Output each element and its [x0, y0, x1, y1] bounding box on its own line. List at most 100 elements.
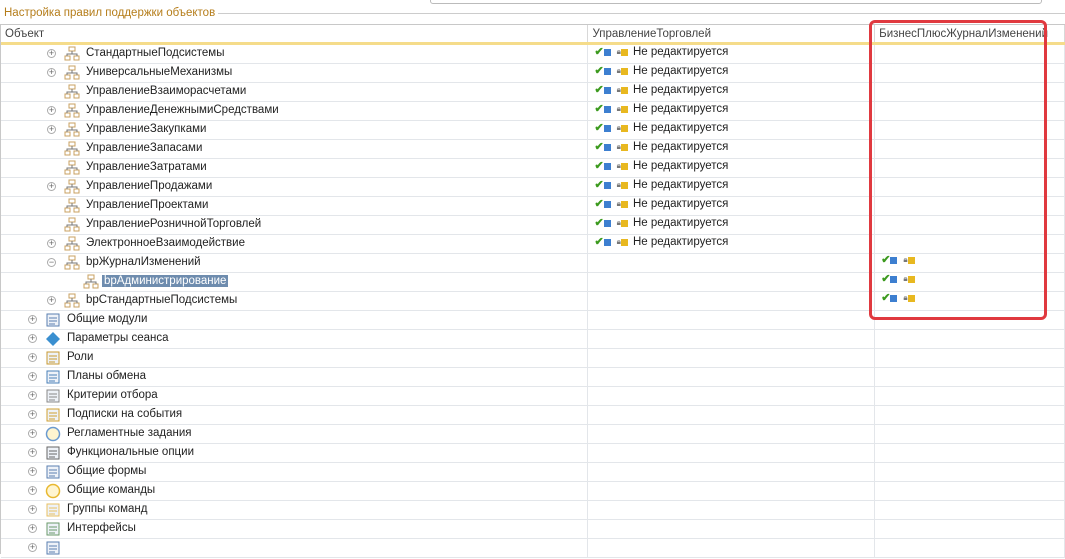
expand-icon[interactable]: + — [28, 505, 37, 514]
expand-icon[interactable]: + — [28, 524, 37, 533]
column-header-upravlenie-torgovley[interactable]: УправлениеТорговлей — [588, 25, 876, 42]
object-cell[interactable]: + УправлениеДенежнымиСредствами — [1, 102, 589, 120]
object-cell[interactable]: + Общие команды — [1, 482, 589, 500]
upravlenie-torgovley-cell[interactable]: ✔ 🔒︎ Не редактируется — [588, 102, 876, 120]
object-cell[interactable]: + Роли — [1, 349, 589, 367]
expand-icon[interactable]: + — [28, 334, 37, 343]
expand-icon[interactable]: + — [47, 296, 56, 305]
support-rule-indicator[interactable]: ✔ 🔒︎ Не редактируется — [594, 65, 728, 77]
expand-icon[interactable]: + — [47, 68, 56, 77]
object-cell[interactable]: + Планы обмена — [1, 368, 589, 386]
expand-icon[interactable]: + — [28, 391, 37, 400]
upravlenie-torgovley-cell[interactable]: ✔ 🔒︎ Не редактируется — [588, 159, 876, 177]
table-row[interactable]: + — [1, 539, 1065, 558]
expand-icon[interactable]: + — [28, 486, 37, 495]
collapse-icon[interactable]: − — [47, 258, 56, 267]
object-cell[interactable]: + Группы команд — [1, 501, 589, 519]
upravlenie-torgovley-cell[interactable] — [588, 539, 876, 557]
upravlenie-torgovley-cell[interactable]: ✔ 🔒︎ Не редактируется — [588, 178, 876, 196]
support-rule-indicator[interactable]: ✔ 🔒︎ Не редактируется — [594, 103, 728, 115]
object-cell[interactable]: УправлениеВзаиморасчетами — [1, 83, 589, 101]
upravlenie-torgovley-cell[interactable] — [588, 330, 876, 348]
upravlenie-torgovley-cell[interactable]: ✔ 🔒︎ Не редактируется — [588, 216, 876, 234]
support-rule-indicator[interactable]: ✔ 🔒︎ Не редактируется — [594, 84, 728, 96]
upravlenie-torgovley-cell[interactable] — [588, 387, 876, 405]
expand-icon[interactable]: + — [47, 239, 56, 248]
table-row[interactable]: + Общие команды — [1, 482, 1065, 501]
table-row[interactable]: + Функциональные опции — [1, 444, 1065, 463]
object-cell[interactable]: + Критерии отбора — [1, 387, 589, 405]
object-cell[interactable]: + Функциональные опции — [1, 444, 589, 462]
expand-icon[interactable]: + — [28, 429, 37, 438]
support-rule-indicator[interactable]: ✔ 🔒︎ Не редактируется — [594, 179, 728, 191]
upravlenie-torgovley-cell[interactable] — [588, 444, 876, 462]
expand-icon[interactable]: + — [47, 182, 56, 191]
biznes-plus-cell[interactable] — [875, 330, 1065, 348]
object-cell[interactable]: УправлениеПроектами — [1, 197, 589, 215]
object-cell[interactable]: + Общие формы — [1, 463, 589, 481]
object-cell[interactable]: + Регламентные задания — [1, 425, 589, 443]
upravlenie-torgovley-cell[interactable]: ✔ 🔒︎ Не редактируется — [588, 64, 876, 82]
top-input[interactable] — [430, 0, 1042, 4]
support-rule-indicator[interactable]: ✔ 🔒︎ Не редактируется — [594, 236, 728, 248]
biznes-plus-cell[interactable] — [875, 482, 1065, 500]
upravlenie-torgovley-cell[interactable]: ✔ 🔒︎ Не редактируется — [588, 121, 876, 139]
upravlenie-torgovley-cell[interactable] — [588, 425, 876, 443]
table-row[interactable]: + Регламентные задания — [1, 425, 1065, 444]
upravlenie-torgovley-cell[interactable] — [588, 482, 876, 500]
upravlenie-torgovley-cell[interactable]: ✔ 🔒︎ Не редактируется — [588, 235, 876, 253]
support-rule-indicator[interactable]: ✔ 🔒︎ Не редактируется — [594, 198, 728, 210]
upravlenie-torgovley-cell[interactable] — [588, 520, 876, 538]
upravlenie-torgovley-cell[interactable]: ✔ 🔒︎ Не редактируется — [588, 197, 876, 215]
expand-icon[interactable]: + — [28, 448, 37, 457]
object-cell[interactable]: + Общие модули — [1, 311, 589, 329]
upravlenie-torgovley-cell[interactable] — [588, 349, 876, 367]
support-rule-indicator[interactable]: ✔ 🔒︎ Не редактируется — [594, 160, 728, 172]
upravlenie-torgovley-cell[interactable] — [588, 292, 876, 310]
table-row[interactable]: + Общие формы — [1, 463, 1065, 482]
support-rule-indicator[interactable]: ✔ 🔒︎ Не редактируется — [594, 122, 728, 134]
table-row[interactable]: + Роли — [1, 349, 1065, 368]
table-row[interactable]: + Параметры сеанса — [1, 330, 1065, 349]
upravlenie-torgovley-cell[interactable] — [588, 311, 876, 329]
expand-icon[interactable]: + — [47, 106, 56, 115]
biznes-plus-cell[interactable] — [875, 425, 1065, 443]
expand-icon[interactable]: + — [28, 410, 37, 419]
table-row[interactable]: + Планы обмена — [1, 368, 1065, 387]
biznes-plus-cell[interactable] — [875, 501, 1065, 519]
expand-icon[interactable]: + — [47, 125, 56, 134]
expand-icon[interactable]: + — [28, 372, 37, 381]
support-rule-indicator[interactable]: ✔ 🔒︎ Не редактируется — [594, 217, 728, 229]
column-header-object[interactable]: Объект — [1, 25, 589, 42]
object-cell[interactable]: − bpЖурналИзменений — [1, 254, 589, 272]
upravlenie-torgovley-cell[interactable] — [588, 463, 876, 481]
table-row[interactable]: + Критерии отбора — [1, 387, 1065, 406]
upravlenie-torgovley-cell[interactable] — [588, 501, 876, 519]
expand-icon[interactable]: + — [28, 315, 37, 324]
upravlenie-torgovley-cell[interactable]: ✔ 🔒︎ Не редактируется — [588, 45, 876, 63]
object-cell[interactable]: + bpСтандартныеПодсистемы — [1, 292, 589, 310]
biznes-plus-cell[interactable] — [875, 539, 1065, 557]
expand-icon[interactable]: + — [28, 353, 37, 362]
expand-icon[interactable]: + — [47, 49, 56, 58]
object-cell[interactable]: + — [1, 539, 589, 557]
upravlenie-torgovley-cell[interactable]: ✔ 🔒︎ Не редактируется — [588, 83, 876, 101]
object-cell[interactable]: + Параметры сеанса — [1, 330, 589, 348]
upravlenie-torgovley-cell[interactable] — [588, 254, 876, 272]
object-cell[interactable]: bpАдминистрирование — [1, 273, 589, 291]
biznes-plus-cell[interactable] — [875, 387, 1065, 405]
table-row[interactable]: + Подписки на события — [1, 406, 1065, 425]
object-cell[interactable]: УправлениеРозничнойТорговлей — [1, 216, 589, 234]
biznes-plus-cell[interactable] — [875, 349, 1065, 367]
object-cell[interactable]: + УправлениеПродажами — [1, 178, 589, 196]
biznes-plus-cell[interactable] — [875, 406, 1065, 424]
table-row[interactable]: + Интерфейсы — [1, 520, 1065, 539]
support-rule-indicator[interactable]: ✔ 🔒︎ Не редактируется — [594, 141, 728, 153]
biznes-plus-cell[interactable] — [875, 444, 1065, 462]
table-row[interactable]: + Группы команд — [1, 501, 1065, 520]
expand-icon[interactable]: + — [28, 543, 37, 552]
biznes-plus-cell[interactable] — [875, 520, 1065, 538]
upravlenie-torgovley-cell[interactable] — [588, 273, 876, 291]
object-cell[interactable]: + УниверсальныеМеханизмы — [1, 64, 589, 82]
upravlenie-torgovley-cell[interactable] — [588, 406, 876, 424]
